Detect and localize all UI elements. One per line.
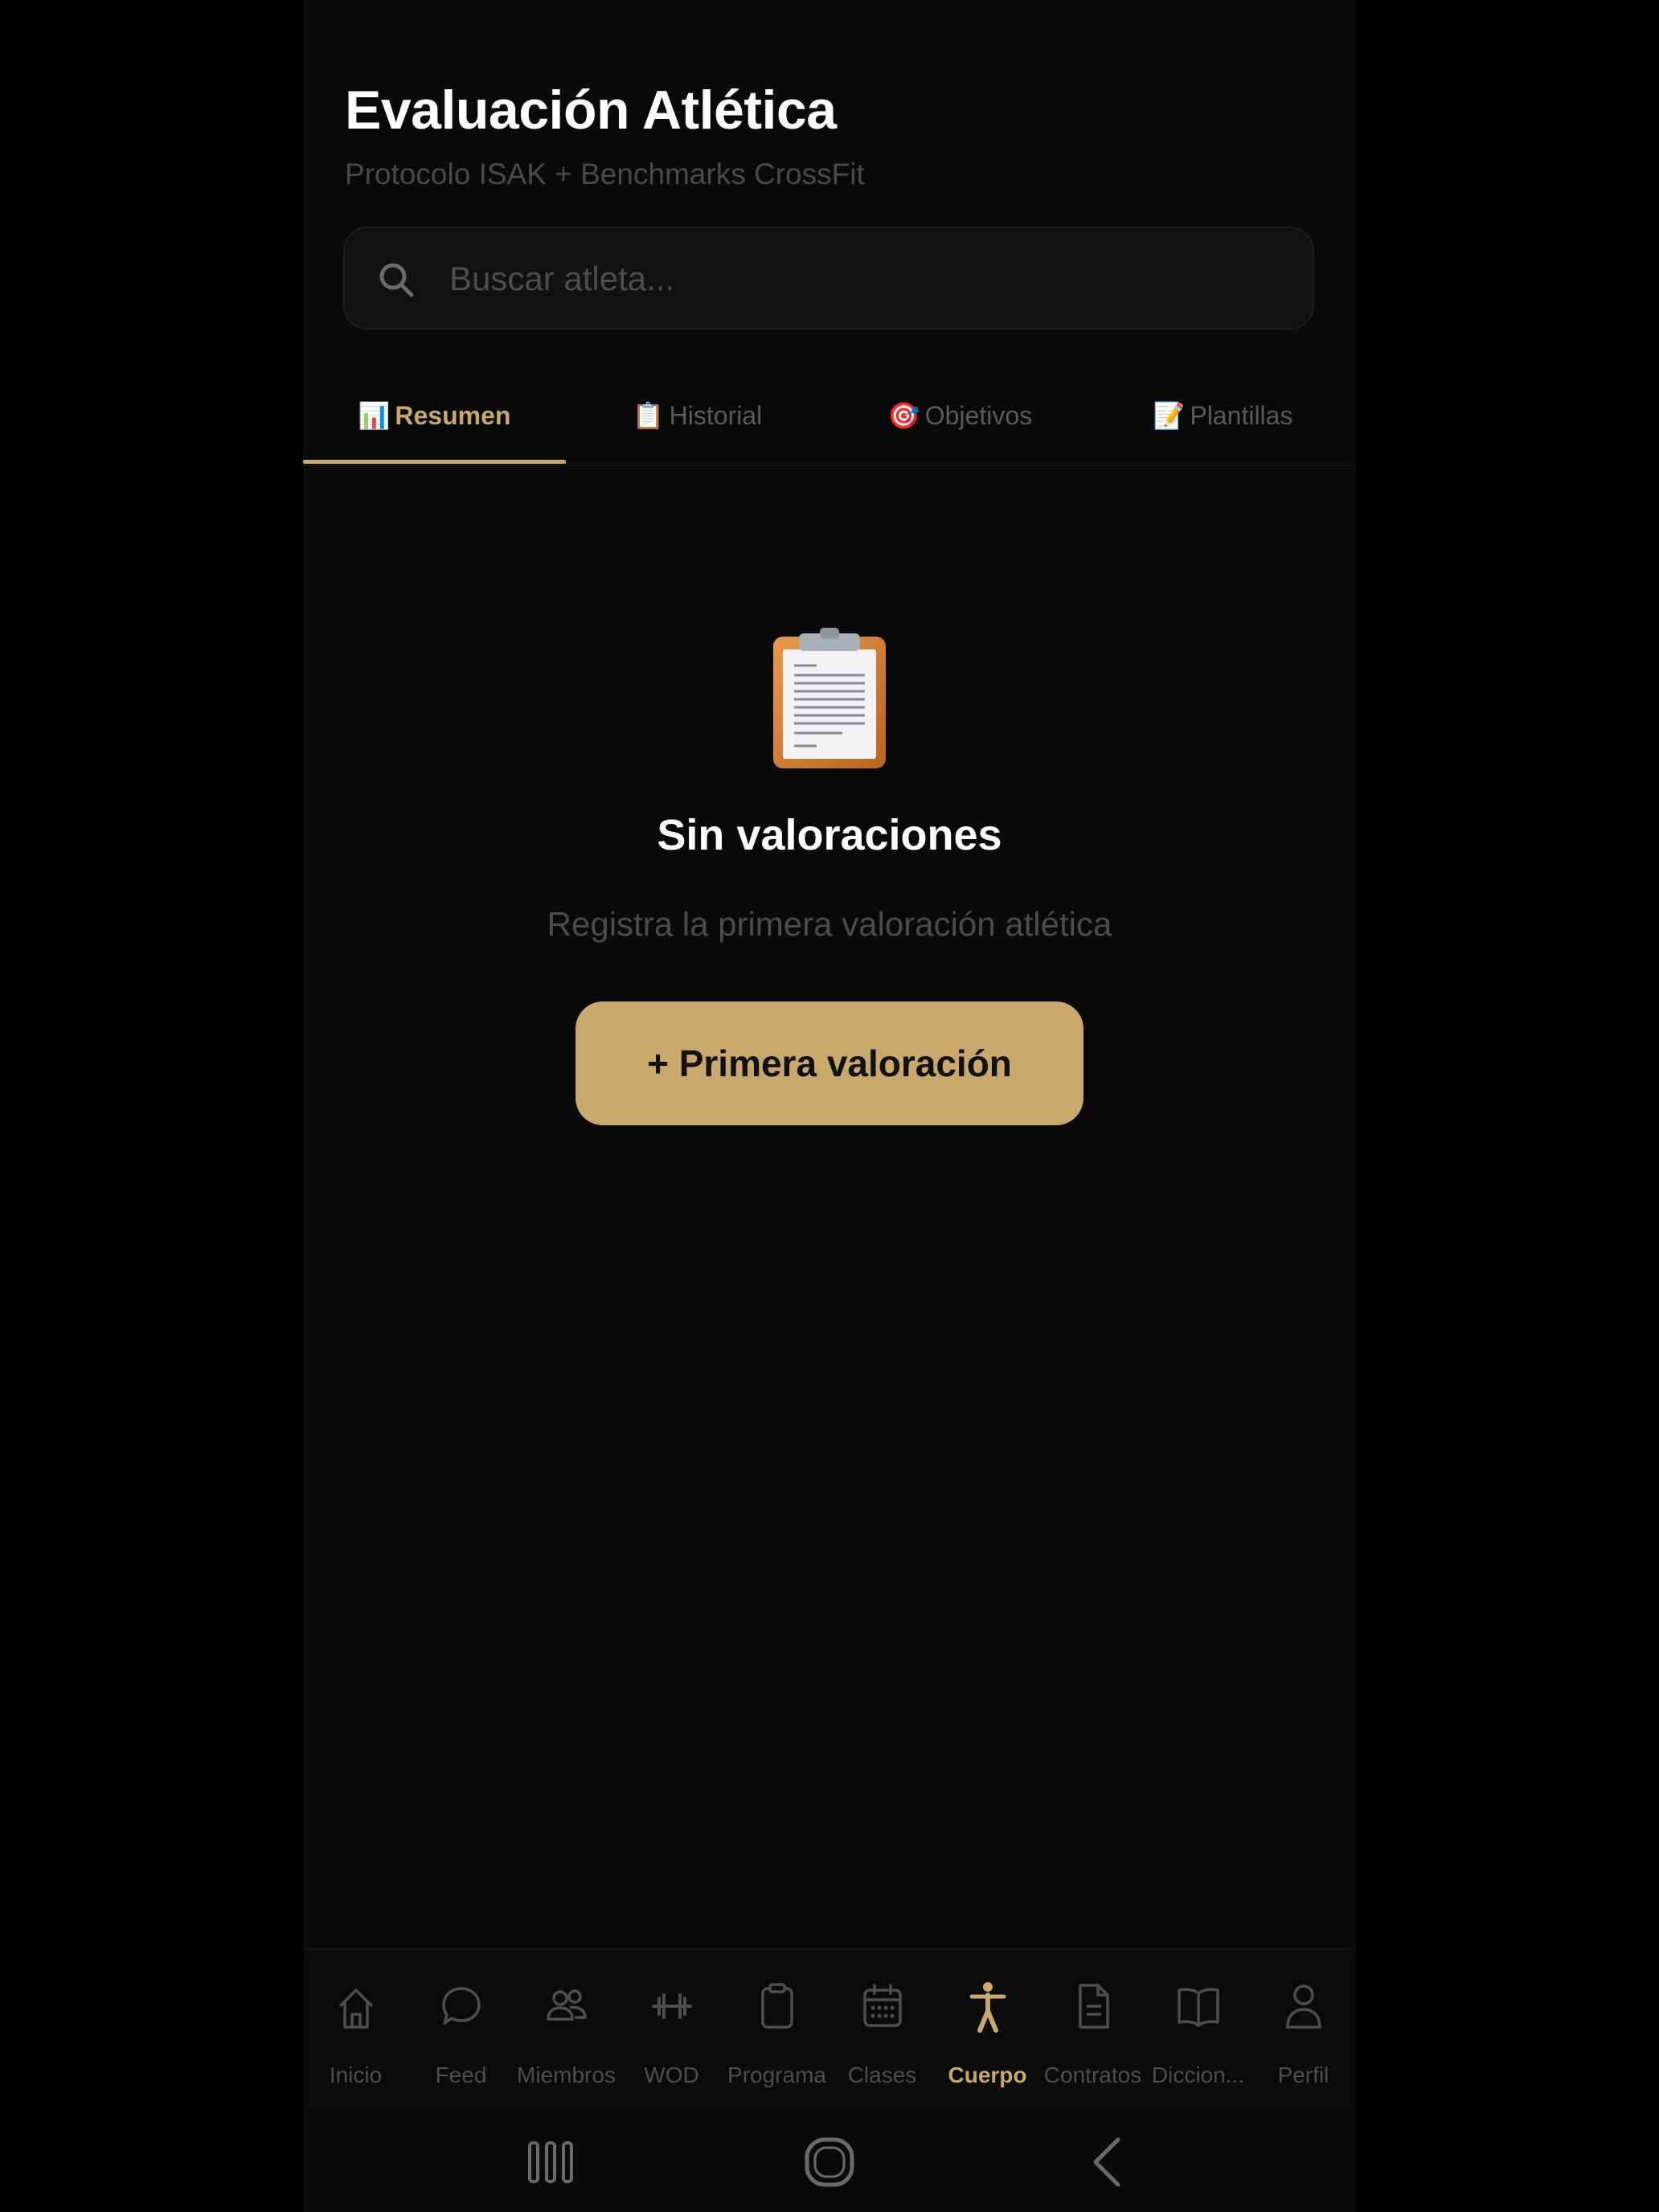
home-button-icon[interactable] <box>797 2130 862 2194</box>
nav-label: Contratos <box>1043 2062 1142 2087</box>
nav-label: Cuerpo <box>948 2062 1027 2087</box>
nav-label: Diccion... <box>1151 2062 1245 2087</box>
back-icon[interactable] <box>1076 2130 1141 2194</box>
home-icon <box>338 1989 374 2029</box>
tab-label: Plantillas <box>1190 400 1293 430</box>
user-icon <box>1286 1985 1321 2029</box>
empty-state-title: Sin valoraciones <box>657 811 1002 859</box>
tab-resumen[interactable]: 📊 Resumen <box>303 368 566 463</box>
nav-item-miembros[interactable]: Miembros <box>514 1950 619 2111</box>
active-tab-indicator <box>303 460 566 464</box>
document-icon <box>1079 1984 1109 2029</box>
nav-label: WOD <box>644 2062 699 2087</box>
tab-historial[interactable]: 📋 Historial <box>566 368 829 463</box>
nav-item-contratos[interactable]: Contratos <box>1040 1950 1145 2111</box>
nav-item-perfil[interactable]: Perfil <box>1251 1950 1356 2111</box>
app-screen: Evaluación Atlética Protocolo ISAK + Ben… <box>303 0 1356 2212</box>
body-icon <box>969 1982 1006 2033</box>
nav-item-cuerpo[interactable]: Cuerpo <box>935 1950 1040 2111</box>
chat-icon <box>442 1987 481 2025</box>
page-title: Evaluación Atlética <box>345 80 837 141</box>
nav-item-diccionario[interactable]: Diccion... <box>1145 1950 1251 2111</box>
tab-plantillas[interactable]: 📝 Plantillas <box>1092 368 1354 463</box>
memo-icon: 📝 <box>1153 401 1186 430</box>
tab-label: Resumen <box>395 400 511 430</box>
users-icon <box>547 1989 587 2021</box>
search-icon <box>379 263 414 297</box>
page-subtitle: Protocolo ISAK + Benchmarks CrossFit <box>345 158 865 190</box>
search-bar[interactable] <box>343 227 1314 330</box>
bar-chart-icon: 📊 <box>358 401 391 430</box>
book-icon <box>1178 1988 1219 2027</box>
tab-label: Objetivos <box>924 400 1033 430</box>
system-navigation-bar <box>303 2109 1356 2212</box>
nav-label: Inicio <box>329 2062 383 2087</box>
nav-item-inicio[interactable]: Inicio <box>303 1950 408 2111</box>
nav-item-feed[interactable]: Feed <box>408 1950 514 2111</box>
nav-item-clases[interactable]: Clases <box>830 1950 935 2111</box>
dumbbell-icon <box>652 1993 692 2019</box>
search-input[interactable] <box>448 244 1287 313</box>
tab-bar: 📊 Resumen 📋 Historial 🎯 Objetivos 📝 Plan… <box>303 368 1356 466</box>
nav-label: Miembros <box>517 2062 616 2087</box>
recent-apps-icon[interactable] <box>518 2130 583 2194</box>
clipboard-icon: 📋 <box>632 401 665 430</box>
nav-item-programa[interactable]: Programa <box>724 1950 830 2111</box>
calendar-icon <box>863 1984 902 2027</box>
empty-state-description: Registra la primera valoración atlética <box>547 905 1112 943</box>
bottom-nav: Inicio Feed Miembros WOD Programa Clases… <box>303 1948 1356 2111</box>
tab-label: Historial <box>669 400 763 430</box>
nav-label: Clases <box>847 2062 917 2087</box>
nav-label: Feed <box>435 2062 487 2087</box>
clipboard-icon <box>773 628 886 768</box>
nav-label: Programa <box>727 2062 826 2087</box>
nav-label: Perfil <box>1277 2062 1329 2087</box>
clipboard-icon <box>761 1983 793 2029</box>
first-assessment-button[interactable]: + Primera valoración <box>576 1002 1083 1125</box>
target-icon: 🎯 <box>887 401 920 430</box>
nav-item-wod[interactable]: WOD <box>619 1950 724 2111</box>
tab-objetivos[interactable]: 🎯 Objetivos <box>829 368 1092 463</box>
